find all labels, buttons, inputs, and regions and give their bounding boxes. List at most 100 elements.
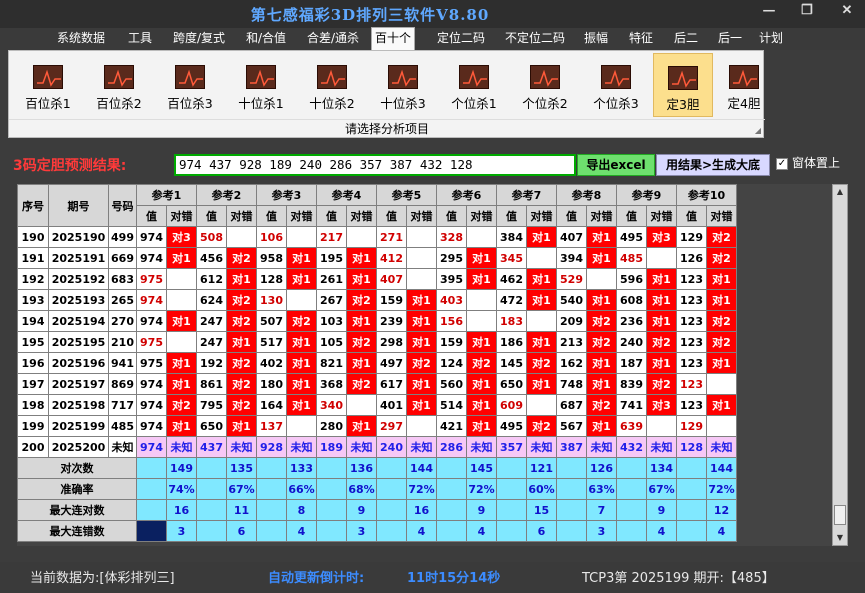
cell-hit (586, 268, 617, 290)
menu-item-1[interactable]: 工具 (122, 28, 158, 50)
cell-hit: 对2 (706, 331, 737, 353)
ribbon-button-label: 定3胆 (666, 97, 700, 112)
cell-hit: 对1 (286, 247, 317, 269)
cell-hit: 对1 (226, 415, 257, 437)
minimize-button[interactable]: — (758, 3, 780, 18)
header-ref: 参考3 (256, 184, 317, 206)
cell-value: 267 (316, 289, 347, 311)
menu-item-2[interactable]: 跨度/复式 (164, 28, 234, 50)
export-excel-button[interactable]: 导出excel (577, 154, 655, 176)
cell-hit: 对2 (226, 310, 257, 332)
menu-item-11[interactable]: 后一 (712, 28, 748, 50)
stats-value: 134 (646, 457, 677, 479)
ribbon-button-2[interactable]: 百位杀3 (160, 53, 220, 117)
topmost-checkbox[interactable]: ✓ 窗体置上 (776, 154, 840, 176)
table-row[interactable]: 194 2025194 270 974 对1 247 对2 507 对2 103 对1 239 对1 15… (17, 310, 737, 332)
ribbon-button-4[interactable]: 十位杀2 (302, 53, 362, 117)
stats-value: 4 (646, 520, 677, 542)
cell-hit: 对1 (166, 373, 197, 395)
cell-value: 975 (136, 352, 167, 374)
cell-value: 741 (616, 394, 647, 416)
checkbox-check-icon[interactable]: ✓ (776, 157, 788, 170)
cell-hit: 对1 (226, 268, 257, 290)
stats-spacer (436, 457, 467, 479)
ribbon-button-3[interactable]: 十位杀1 (231, 53, 291, 117)
table-row[interactable]: 191 2025191 669 974 对1 456 对2 958 对1 195 对1 412 295 对… (17, 247, 737, 269)
table-row[interactable]: 192 2025192 683 975 612 对1 128 对1 261 对1 407 395 对1 4… (17, 268, 737, 290)
row-period: 2025191 (48, 247, 109, 269)
table-row[interactable]: 196 2025196 941 975 对1 192 对2 402 对1 821 对1 497 对2 12… (17, 352, 737, 374)
menu-item-0[interactable]: 系统数据 (52, 28, 110, 50)
ribbon-button-5[interactable]: 十位杀3 (373, 53, 433, 117)
cell-hit: 未知 (526, 436, 557, 458)
stats-value: 144 (406, 457, 437, 479)
ribbon-expand-icon[interactable]: ◢ (755, 126, 761, 135)
cell-value: 123 (676, 310, 707, 332)
cell-value: 596 (616, 268, 647, 290)
restore-button[interactable]: ❐ (796, 3, 818, 18)
cell-value: 129 (676, 415, 707, 437)
ribbon-button-0[interactable]: 百位杀1 (18, 53, 78, 117)
row-seq: 195 (17, 331, 49, 353)
stats-value: 9 (646, 499, 677, 521)
cell-value: 975 (136, 268, 167, 290)
cell-hit: 对2 (586, 394, 617, 416)
menu-item-9[interactable]: 特征 (623, 28, 659, 50)
table-row[interactable]: 195 2025195 210 975 247 对1 517 对1 105 对2 298 对1 159 对… (17, 331, 737, 353)
chart-icon (33, 65, 63, 89)
table-row[interactable]: 190 2025190 499 974 对3 508 106 217 271 328 384 对1 40… (17, 226, 737, 248)
stats-value: 72% (466, 478, 497, 500)
cell-hit: 未知 (286, 436, 317, 458)
cell-value: 472 (496, 289, 527, 311)
cell-value: 975 (136, 331, 167, 353)
table-row[interactable]: 193 2025193 265 974 624 对2 130 267 对2 159 对1 403 472… (17, 289, 737, 311)
stats-spacer (316, 478, 347, 500)
scroll-up-icon[interactable]: ▲ (833, 185, 847, 199)
scroll-down-icon[interactable]: ▼ (833, 531, 847, 545)
stats-value: 7 (586, 499, 617, 521)
cell-value: 240 (616, 331, 647, 353)
cell-value: 247 (196, 310, 227, 332)
ribbon-button-8[interactable]: 个位杀3 (586, 53, 646, 117)
ribbon-button-6[interactable]: 个位杀1 (444, 53, 504, 117)
menu-item-7[interactable]: 不定位二码 (498, 28, 572, 50)
stats-spacer (556, 457, 587, 479)
ribbon-button-10[interactable]: 定4胆 (714, 53, 774, 117)
cell-hit: 对1 (466, 394, 497, 416)
stats-spacer (376, 478, 407, 500)
cell-value: 123 (676, 352, 707, 374)
header-ref: 参考7 (496, 184, 557, 206)
chart-icon (530, 65, 560, 89)
vertical-scrollbar[interactable]: ▲ ▼ (832, 184, 848, 546)
scroll-thumb[interactable] (834, 505, 846, 525)
cell-value: 560 (436, 373, 467, 395)
table-row[interactable]: 199 2025199 485 974 对1 650 对1 137 280 对1 297 421 对1 4… (17, 415, 737, 437)
menu-item-12[interactable]: 计划 (755, 28, 787, 50)
ribbon-button-9[interactable]: 定3胆 (653, 53, 713, 117)
cell-hit (406, 247, 437, 269)
row-seq: 198 (17, 394, 49, 416)
ribbon-button-1[interactable]: 百位杀2 (89, 53, 149, 117)
cell-value: 297 (376, 415, 407, 437)
predict-result-field[interactable]: 974 437 928 189 240 286 357 387 432 128 (174, 154, 576, 176)
cell-value: 495 (496, 415, 527, 437)
menu-item-10[interactable]: 后二 (669, 28, 703, 50)
cell-value: 345 (496, 247, 527, 269)
chart-icon (459, 65, 489, 89)
menu-item-6[interactable]: 定位二码 (430, 28, 492, 50)
menu-item-5[interactable]: 百十个 (371, 27, 415, 50)
header-value: 值 (556, 205, 587, 227)
stats-value: 4 (466, 520, 497, 542)
ribbon-button-7[interactable]: 个位杀2 (515, 53, 575, 117)
table-row[interactable]: 200 2025200 未知 974 未知 437 未知 928 未知 189 未知 240 未知 286… (17, 436, 737, 458)
menu-item-8[interactable]: 振幅 (578, 28, 614, 50)
menu-item-3[interactable]: 和/合值 (240, 28, 292, 50)
close-button[interactable]: ✕ (836, 3, 858, 18)
table-row[interactable]: 198 2025198 717 974 对2 795 对2 164 对1 340 401 对1 514 对… (17, 394, 737, 416)
cell-value: 529 (556, 268, 587, 290)
generate-base-button[interactable]: 用结果>生成大底 (656, 154, 770, 176)
stats-spacer (316, 457, 347, 479)
menu-item-4[interactable]: 合差/通杀 (300, 28, 366, 50)
cell-value: 145 (496, 352, 527, 374)
table-row[interactable]: 197 2025197 869 974 对1 861 对2 180 对1 368 对2 617 对1 56… (17, 373, 737, 395)
